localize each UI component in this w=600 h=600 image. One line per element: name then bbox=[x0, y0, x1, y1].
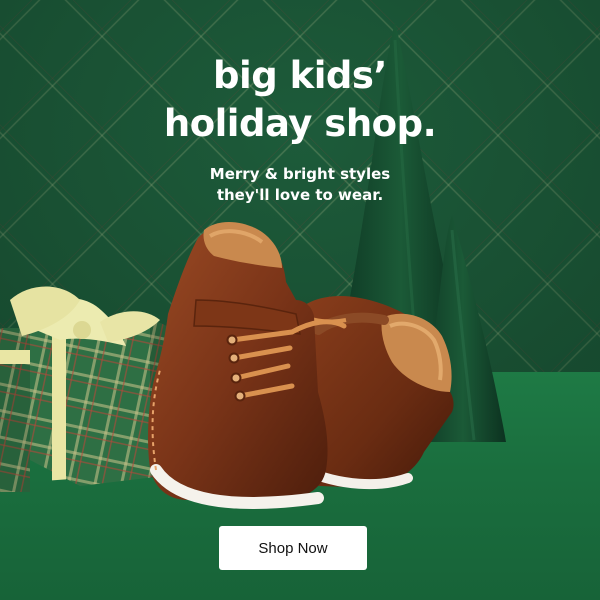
gift-box-left bbox=[0, 328, 30, 492]
subheadline: Merry & bright styles they'll love to we… bbox=[0, 164, 600, 206]
boot-front bbox=[148, 221, 347, 509]
headline-line-2: holiday shop. bbox=[163, 102, 437, 145]
headline: big kids’ holiday shop. bbox=[0, 52, 600, 148]
headline-line-1: big kids’ bbox=[213, 54, 387, 97]
subheadline-line-2: they'll love to wear. bbox=[216, 186, 384, 204]
holiday-shop-banner[interactable]: big kids’ holiday shop. Merry & bright s… bbox=[0, 0, 600, 600]
shop-now-button[interactable]: Shop Now bbox=[219, 526, 367, 570]
subheadline-line-1: Merry & bright styles bbox=[209, 165, 391, 183]
